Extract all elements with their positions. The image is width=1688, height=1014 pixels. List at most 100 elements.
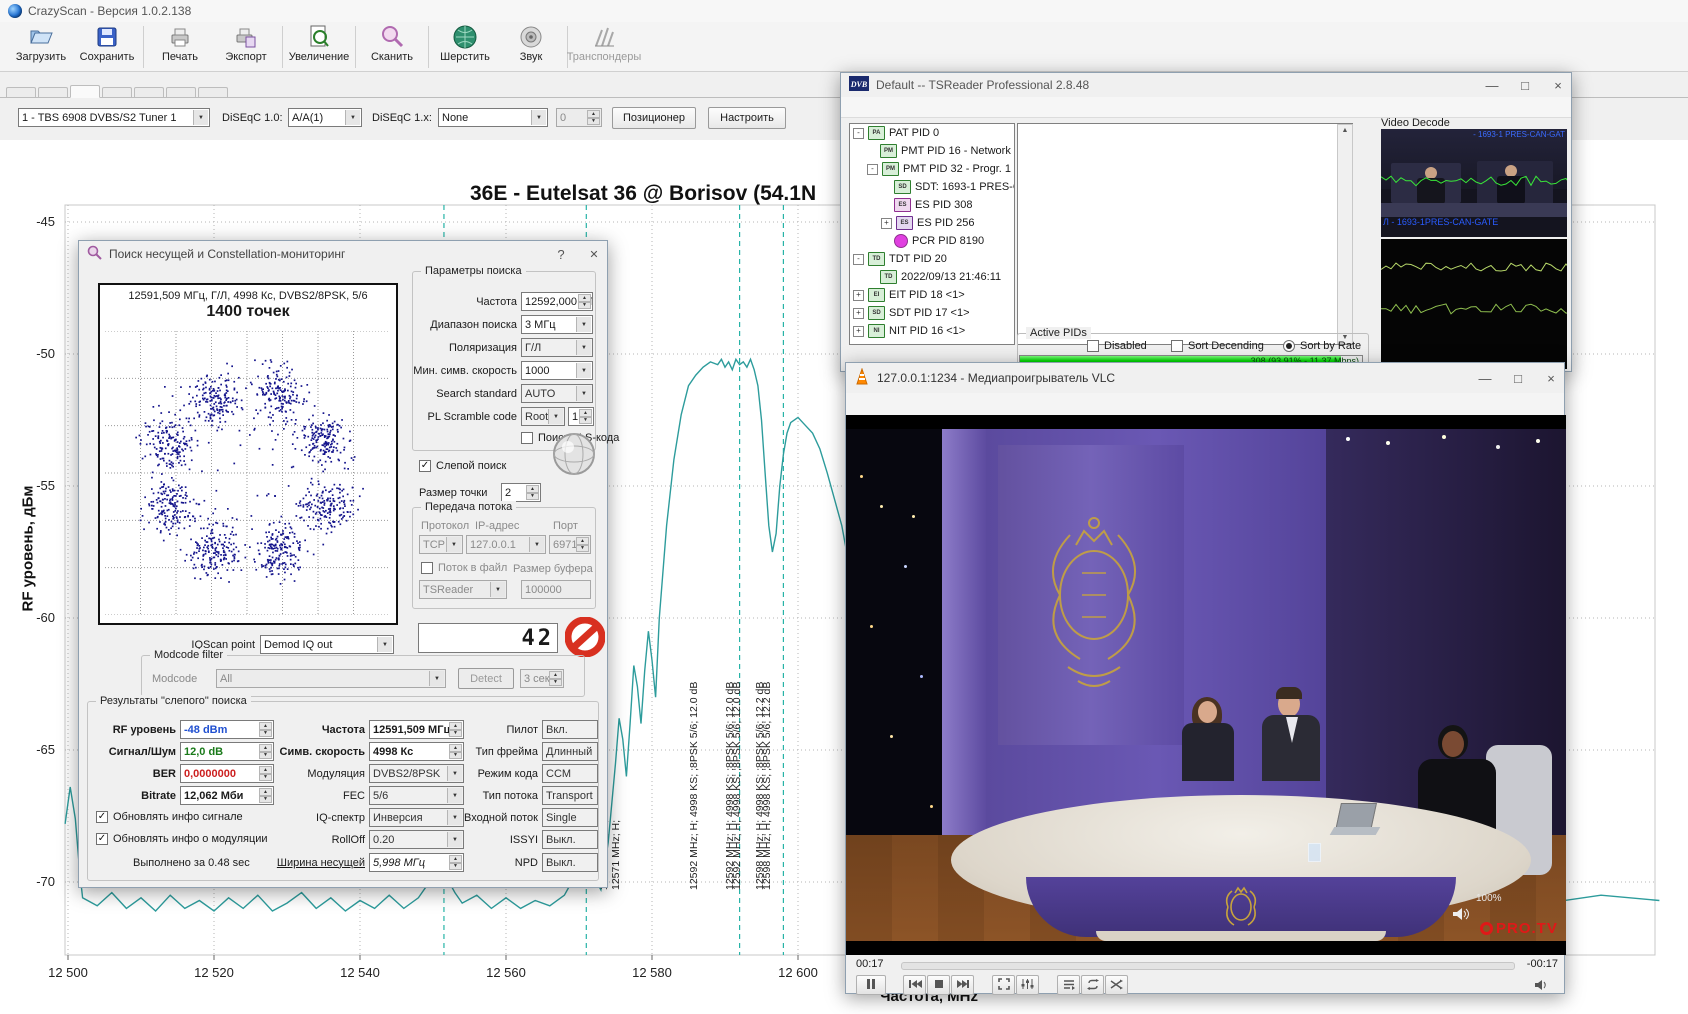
pid-tree[interactable]: - PA PAT PID 0 PM PMT PID 16 - Network -… [849,123,1015,345]
stop-button[interactable] [927,975,950,995]
blind-search-checkbox[interactable] [419,460,431,472]
pls-mode-select[interactable]: Root▼ [521,407,565,426]
tab[interactable] [70,85,100,98]
checkbox[interactable] [96,811,108,823]
volume-icon[interactable] [1534,979,1548,994]
toolbar-button[interactable]: Сохранить [74,24,140,70]
menu-item[interactable] [948,402,964,406]
update-modulation-row[interactable]: Обновлять инфо о модуляции [96,832,268,846]
scroll-up-icon[interactable]: ▲ [1342,125,1349,136]
tab[interactable] [134,87,164,97]
menu-item[interactable] [973,105,991,109]
expand-toggle[interactable]: - [853,128,864,139]
stepper-arrows[interactable]: ▲▼ [587,110,600,125]
help-button[interactable]: ? [548,242,574,266]
pids-sortrate-row[interactable]: Sort by Rate [1283,339,1361,353]
toolbar-button[interactable]: Звук [498,24,564,70]
pids-sortdesc-row[interactable]: Sort Decending [1171,339,1264,353]
search-dialog-titlebar[interactable]: Поиск несущей и Constellation-мониторинг… [79,241,607,267]
toolbar-button[interactable]: Загрузить [8,24,74,70]
tree-item[interactable]: SD SDT: 1693-1 PRES-CAN-GATE [850,178,1014,196]
reader-select[interactable]: TSReader▼ [419,580,507,599]
setup-button[interactable]: Настроить [708,107,786,129]
extended-settings-button[interactable] [1016,975,1039,995]
pids-disabled-row[interactable]: Disabled [1087,339,1147,353]
stop-icon[interactable] [565,617,605,660]
expand-toggle[interactable]: + [853,290,864,301]
menu-item[interactable] [884,402,900,406]
tree-item[interactable]: - PM PMT PID 32 - Progr. 1 [850,160,1014,178]
fullscreen-button[interactable] [992,975,1015,995]
shuffle-button[interactable] [1105,975,1128,995]
menu-item[interactable] [847,105,865,109]
tab[interactable] [198,87,228,97]
tree-item[interactable]: - PA PAT PID 0 [850,124,1014,142]
tree-item[interactable]: ES ES PID 308 [850,196,1014,214]
polarization-select[interactable]: Г/Л▼ [521,338,593,357]
range-select[interactable]: 3 МГц▼ [521,315,593,334]
carrier-width-label[interactable]: Ширина несущей [258,853,365,872]
expand-toggle[interactable] [881,183,890,192]
tsreader-titlebar[interactable]: DVB Default -- TSReader Professional 2.8… [841,73,1571,97]
port-stepper[interactable]: 6971▲▼ [549,535,591,554]
seek-slider[interactable] [901,962,1515,970]
vlc-video[interactable]: 100% PRO.TV [846,415,1566,955]
expand-toggle[interactable] [867,147,876,156]
search-standard-select[interactable]: AUTO▼ [521,384,593,403]
expand-toggle[interactable]: + [881,218,892,229]
menu-item[interactable] [883,105,901,109]
close-icon[interactable]: ✕ [581,242,607,266]
menu-item[interactable] [852,402,868,406]
position-stepper[interactable]: 0▲▼ [556,108,602,127]
expand-toggle[interactable]: + [853,308,864,319]
diseqc1x-select[interactable]: None▼ [438,108,548,127]
tab[interactable] [6,87,36,97]
maximize-icon[interactable]: □ [1512,73,1538,97]
expand-toggle[interactable] [881,201,890,210]
menu-item[interactable] [865,105,883,109]
tab[interactable] [38,87,68,97]
checkbox[interactable] [521,432,533,444]
modcode-select[interactable]: All▼ [216,669,446,688]
menu-item[interactable] [901,105,919,109]
pls-value-stepper[interactable]: 1▲▼ [568,407,594,426]
tree-item[interactable]: + EI EIT PID 18 <1> [850,286,1014,304]
expand-toggle[interactable]: - [867,164,878,175]
dot-size-stepper[interactable]: 2▲▼ [501,483,541,502]
update-signal-row[interactable]: Обновлять инфо сигнале [96,810,243,824]
protocol-select[interactable]: TCP▼ [419,535,463,554]
diseqc10-select[interactable]: A/A(1)▼ [288,108,362,127]
tuner-select[interactable]: 1 - TBS 6908 DVBS/S2 Tuner 1▼ [18,108,210,127]
toolbar-button[interactable]: Увеличение [286,24,352,70]
maximize-icon[interactable]: □ [1505,366,1531,390]
toolbar-button[interactable]: Экспорт [213,24,279,70]
expand-toggle[interactable] [867,273,876,282]
menu-item[interactable] [932,402,948,406]
tree-item[interactable]: - TD TDT PID 20 [850,250,1014,268]
detect-period-stepper[interactable]: 3 сек▲▼ [520,669,564,688]
stream-to-file-row[interactable]: Поток в файл [421,561,507,575]
playlist-button[interactable] [1057,975,1080,995]
menu-item[interactable] [919,105,937,109]
minimize-icon[interactable]: — [1472,366,1498,390]
menu-item[interactable] [964,402,980,406]
expand-toggle[interactable] [881,237,890,246]
tree-item[interactable]: PCR PID 8190 [850,232,1014,250]
menu-item[interactable] [955,105,973,109]
vlc-titlebar[interactable]: 127.0.0.1:1234 - Медиапроигрыватель VLC … [846,363,1564,393]
positioner-button[interactable]: Позиционер [612,107,696,129]
rf-stepper[interactable]: -48 dBm▲▼ [180,720,274,739]
pause-button[interactable] [856,975,886,995]
blind-search-row[interactable]: Слепой поиск [419,459,506,473]
tree-item[interactable]: + ES ES PID 256 [850,214,1014,232]
snr-stepper[interactable]: 12,0 dB▲▼ [180,742,274,761]
expand-toggle[interactable]: - [853,254,864,265]
minimize-icon[interactable]: — [1479,73,1505,97]
tree-item[interactable]: PM PMT PID 16 - Network [850,142,1014,160]
checkbox[interactable] [96,833,108,845]
freq-stepper[interactable]: 12592,000 МГц▲▼ [521,292,593,311]
loop-button[interactable] [1081,975,1104,995]
tree-item[interactable]: TD 2022/09/13 21:46:11 [850,268,1014,286]
info-scrollbar[interactable]: ▲▼ [1337,124,1353,344]
menu-item[interactable] [991,105,1009,109]
